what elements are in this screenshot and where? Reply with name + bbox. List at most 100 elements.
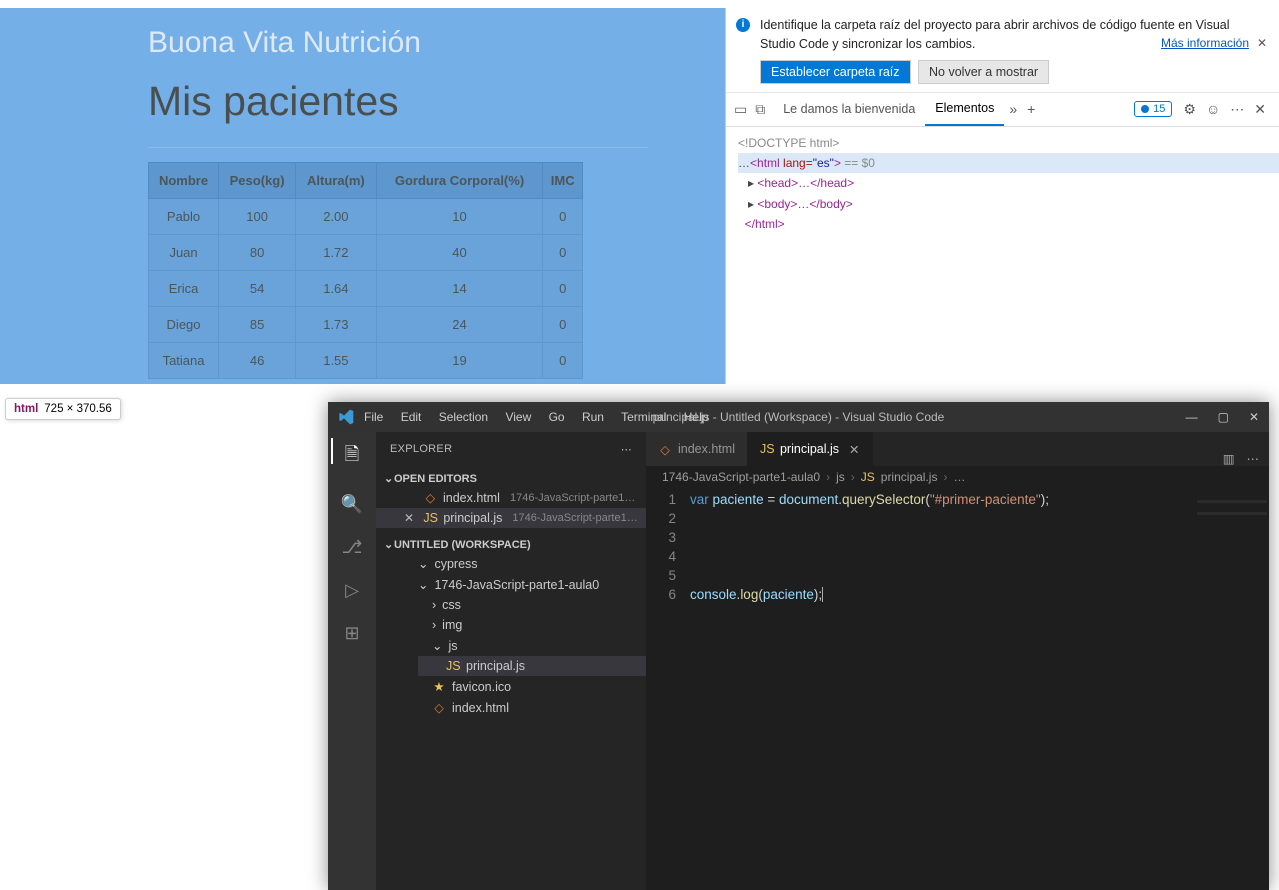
table-cell: Diego: [149, 307, 219, 343]
menu-go[interactable]: Go: [549, 410, 565, 424]
minimap[interactable]: [1197, 500, 1267, 540]
menu-edit[interactable]: Edit: [401, 410, 422, 424]
tab-principal-js[interactable]: JSprincipal.js✕: [748, 432, 873, 466]
folder-cypress[interactable]: ⌄cypress: [390, 553, 646, 574]
table-cell: 1.55: [296, 343, 377, 379]
settings-icon[interactable]: ⚙: [1183, 101, 1196, 118]
run-debug-icon[interactable]: ▷: [345, 580, 359, 601]
table-cell: 40: [376, 235, 543, 271]
issues-badge[interactable]: 15: [1134, 101, 1172, 117]
more-info-link[interactable]: Más información: [1161, 34, 1249, 52]
open-editor-principal[interactable]: ✕JSprincipal.js1746-JavaScript-parte1-a.…: [376, 508, 646, 528]
page-title: Mis pacientes: [148, 78, 725, 125]
maximize-icon[interactable]: ▢: [1218, 410, 1229, 424]
devtools-banner: i Identifique la carpeta raíz del proyec…: [726, 8, 1279, 93]
send-feedback-icon[interactable]: ☺: [1206, 101, 1220, 117]
dont-show-again-button[interactable]: No volver a mostrar: [918, 60, 1049, 84]
explorer-more-icon[interactable]: ⋯: [621, 443, 632, 456]
dom-body[interactable]: ▸ <body>…</body>: [738, 194, 1279, 214]
table-cell: 24: [376, 307, 543, 343]
dom-doctype[interactable]: <!DOCTYPE html>: [738, 133, 1279, 153]
inspector-tooltip: html 725 × 370.56: [5, 398, 121, 420]
minimize-icon[interactable]: —: [1186, 410, 1198, 424]
menu-selection[interactable]: Selection: [439, 410, 488, 424]
table-cell: 0: [543, 199, 583, 235]
open-editor-index[interactable]: ◇index.html1746-JavaScript-parte1-a...: [376, 487, 646, 508]
table-cell: 10: [376, 199, 543, 235]
editor-more-icon[interactable]: ⋯: [1247, 451, 1260, 466]
tab-welcome[interactable]: Le damos la bienvenida: [773, 93, 925, 126]
folder-img[interactable]: ›img: [404, 615, 646, 635]
table-cell: 1.73: [296, 307, 377, 343]
window-title: principal.js - Untitled (Workspace) - Vi…: [653, 410, 945, 424]
dom-html-open[interactable]: …<html lang="es"> == $0: [738, 153, 1279, 173]
table-cell: 19: [376, 343, 543, 379]
set-root-folder-button[interactable]: Establecer carpeta raíz: [760, 60, 911, 84]
workspace-section[interactable]: ⌄UNTITLED (WORKSPACE): [376, 536, 646, 553]
file-index-html[interactable]: ◇index.html: [404, 697, 646, 718]
tab-close-icon[interactable]: ✕: [849, 442, 859, 457]
explorer-sidebar: EXPLORER ⋯ ⌄OPEN EDITORS ◇index.html1746…: [376, 432, 646, 890]
menu-run[interactable]: Run: [582, 410, 604, 424]
dom-html-close[interactable]: </html>: [738, 214, 1279, 234]
explorer-icon[interactable]: 🗎: [345, 442, 359, 472]
file-principal-js[interactable]: JSprincipal.js: [418, 656, 646, 676]
code-editor[interactable]: 123456 var paciente = document.querySele…: [646, 488, 1269, 604]
folder-project[interactable]: ⌄1746-JavaScript-parte1-aula0: [390, 574, 646, 595]
source-control-icon[interactable]: ⎇: [342, 537, 363, 558]
code-content[interactable]: var paciente = document.querySelector("#…: [690, 490, 1269, 604]
editor-tabs: ◇index.html JSprincipal.js✕ ▥ ⋯: [646, 432, 1269, 466]
close-devtools-icon[interactable]: ✕: [1254, 101, 1266, 118]
menu-file[interactable]: File: [364, 410, 383, 424]
search-icon[interactable]: 🔍: [341, 494, 363, 515]
table-cell: 1.72: [296, 235, 377, 271]
extensions-icon[interactable]: ⊞: [344, 623, 359, 644]
tooltip-dimensions: 725 × 370.56: [44, 403, 111, 415]
table-row: Juan801.72400: [149, 235, 583, 271]
vscode-titlebar[interactable]: File Edit Selection View Go Run Terminal…: [328, 402, 1269, 432]
inspect-icon[interactable]: ▭: [734, 101, 747, 118]
close-icon[interactable]: ✕: [1257, 34, 1267, 52]
th-peso: Peso(kg): [219, 163, 296, 199]
table-cell: 1.64: [296, 271, 377, 307]
close-window-icon[interactable]: ✕: [1249, 410, 1259, 424]
th-gordura: Gordura Corporal(%): [376, 163, 543, 199]
table-cell: 0: [543, 307, 583, 343]
table-cell: 46: [219, 343, 296, 379]
divider: [148, 147, 648, 148]
issues-count: 15: [1153, 103, 1165, 115]
table-cell: 100: [219, 199, 296, 235]
table-cell: 0: [543, 271, 583, 307]
folder-js[interactable]: ⌄js: [404, 635, 646, 656]
table-cell: 54: [219, 271, 296, 307]
file-favicon[interactable]: ★favicon.ico: [404, 676, 646, 697]
tab-elements[interactable]: Elementos: [925, 93, 1004, 126]
folder-css[interactable]: ›css: [404, 595, 646, 615]
banner-text: Identifique la carpeta raíz del proyecto…: [760, 18, 1230, 51]
menu-view[interactable]: View: [505, 410, 531, 424]
table-cell: Pablo: [149, 199, 219, 235]
vscode-window: File Edit Selection View Go Run Terminal…: [328, 402, 1269, 890]
site-title: Buona Vita Nutrición: [148, 26, 725, 60]
issues-dot-icon: [1141, 105, 1149, 113]
table-cell: 0: [543, 235, 583, 271]
more-tabs-icon[interactable]: »: [1009, 101, 1017, 117]
table-cell: Tatiana: [149, 343, 219, 379]
split-editor-icon[interactable]: ▥: [1223, 451, 1235, 466]
table-cell: Erica: [149, 271, 219, 307]
add-tab-icon[interactable]: +: [1027, 101, 1035, 117]
th-nombre: Nombre: [149, 163, 219, 199]
kebab-icon[interactable]: ⋯: [1230, 101, 1244, 118]
tooltip-tag: html: [14, 403, 38, 415]
tab-index-html[interactable]: ◇index.html: [646, 432, 748, 466]
device-icon[interactable]: ⧉: [755, 101, 765, 118]
browser-rendered-page: Buona Vita Nutrición Mis pacientes Nombr…: [0, 8, 725, 384]
patients-table: Nombre Peso(kg) Altura(m) Gordura Corpor…: [148, 162, 583, 379]
table-row: Pablo1002.00100: [149, 199, 583, 235]
dom-tree[interactable]: <!DOCTYPE html> …<html lang="es"> == $0 …: [726, 127, 1279, 235]
devtools-tabbar: ▭ ⧉ Le damos la bienvenida Elementos » +…: [726, 93, 1279, 127]
open-editors-section[interactable]: ⌄OPEN EDITORS: [376, 470, 646, 487]
breadcrumb[interactable]: 1746-JavaScript-parte1-aula0› js› JSprin…: [646, 466, 1269, 488]
explorer-header: EXPLORER: [390, 443, 452, 455]
dom-head[interactable]: ▸ <head>…</head>: [738, 173, 1279, 193]
